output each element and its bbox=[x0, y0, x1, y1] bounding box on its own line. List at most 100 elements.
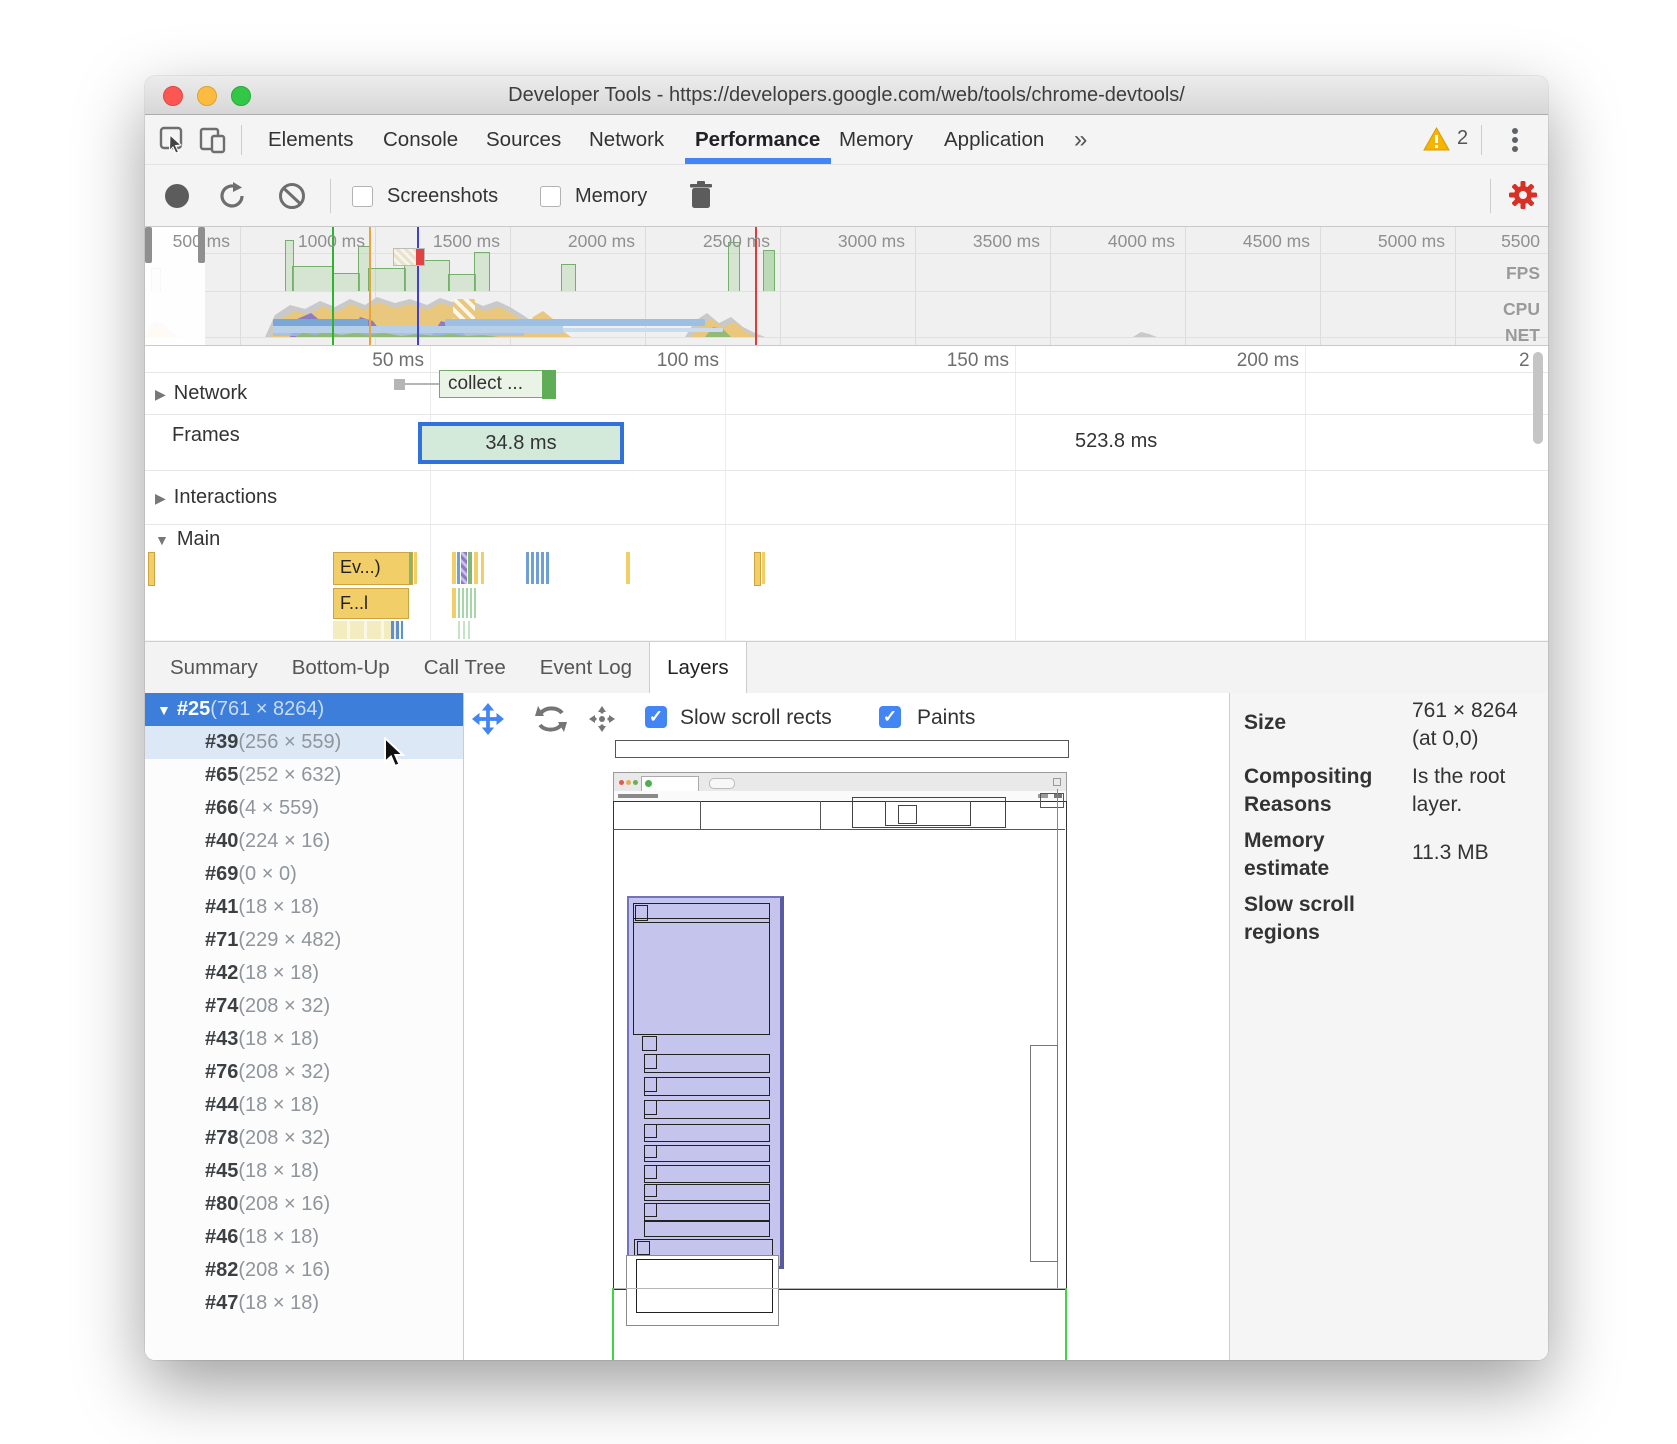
flame-task[interactable] bbox=[541, 552, 544, 584]
flame-task[interactable] bbox=[414, 552, 417, 584]
flame-event-bar[interactable]: Ev...) bbox=[333, 552, 413, 585]
flame-task[interactable] bbox=[457, 552, 460, 584]
flame-task[interactable] bbox=[470, 588, 472, 618]
layer-tree-row[interactable]: #39(256 × 559) bbox=[145, 726, 463, 759]
flame-task[interactable] bbox=[396, 621, 399, 639]
flame-task[interactable] bbox=[762, 552, 765, 584]
more-tabs-chevron-icon[interactable]: » bbox=[1072, 115, 1089, 164]
layer-tree-row[interactable]: #65(252 × 632) bbox=[145, 759, 463, 792]
clear-icon[interactable] bbox=[277, 181, 307, 211]
screenshots-checkbox[interactable] bbox=[352, 186, 373, 207]
panel-tab-bottomup[interactable]: Bottom-Up bbox=[275, 642, 407, 693]
panel-tab-summary[interactable]: Summary bbox=[153, 642, 275, 693]
tab-console[interactable]: Console bbox=[381, 115, 460, 164]
flame-task[interactable] bbox=[462, 588, 464, 618]
device-toolbar-icon[interactable] bbox=[199, 126, 227, 154]
flame-task[interactable] bbox=[391, 621, 394, 639]
layer-tree-row[interactable]: #69(0 × 0) bbox=[145, 858, 463, 891]
flame-task[interactable] bbox=[474, 552, 478, 584]
rotate-mode-icon[interactable] bbox=[534, 703, 568, 735]
flame-task[interactable] bbox=[452, 552, 456, 584]
flame-task[interactable] bbox=[536, 552, 539, 584]
mouse-cursor bbox=[383, 737, 407, 771]
layer-tree-row[interactable]: #40(224 × 16) bbox=[145, 825, 463, 858]
flame-function-bar[interactable]: F...l bbox=[333, 588, 409, 619]
selected-frame[interactable]: 34.8 ms bbox=[418, 422, 624, 464]
layer-tree-row[interactable]: #80(208 × 16) bbox=[145, 1188, 463, 1221]
flame-task[interactable] bbox=[468, 552, 472, 584]
warning-icon[interactable] bbox=[1423, 127, 1450, 152]
layers-canvas[interactable]: ✓ Slow scroll rects ✓ Paints bbox=[464, 693, 1228, 1360]
inspect-element-icon[interactable] bbox=[159, 126, 187, 154]
paints-checkbox[interactable]: ✓ bbox=[879, 706, 901, 728]
flame-task[interactable] bbox=[526, 552, 529, 584]
slow-scroll-rects-checkbox[interactable]: ✓ bbox=[645, 706, 667, 728]
flame-task[interactable] bbox=[458, 621, 460, 639]
kebab-menu-icon[interactable] bbox=[1511, 126, 1519, 154]
tab-performance[interactable]: Performance bbox=[693, 115, 822, 164]
pan-mode-icon[interactable] bbox=[472, 703, 504, 735]
mini-tab-stub bbox=[709, 778, 735, 789]
interactions-lane[interactable]: ▶Interactions bbox=[155, 486, 277, 509]
disclosure-right-icon[interactable]: ▶ bbox=[155, 490, 166, 506]
main-lane[interactable]: ▼Main bbox=[155, 528, 220, 551]
flame-task[interactable] bbox=[531, 552, 534, 584]
tab-application[interactable]: Application bbox=[942, 115, 1046, 164]
disclosure-down-icon[interactable]: ▼ bbox=[145, 702, 171, 718]
timeline-overview[interactable]: 500 ms 1000 ms 1500 ms 2000 ms 2500 ms 3… bbox=[145, 227, 1548, 346]
layer-tree-row[interactable]: #46(18 × 18) bbox=[145, 1221, 463, 1254]
flame-task[interactable] bbox=[754, 552, 761, 586]
layer-tree-row[interactable]: #66(4 × 559) bbox=[145, 792, 463, 825]
flame-task[interactable] bbox=[461, 552, 467, 584]
screenshot-thumbnail[interactable] bbox=[393, 248, 425, 266]
flame-task[interactable] bbox=[409, 552, 412, 584]
layer-tree-row[interactable]: #45(18 × 18) bbox=[145, 1155, 463, 1188]
layer-tree-row[interactable]: #74(208 × 32) bbox=[145, 990, 463, 1023]
layer-tree-row[interactable]: #82(208 × 16) bbox=[145, 1254, 463, 1287]
memory-checkbox[interactable] bbox=[540, 186, 561, 207]
flame-task[interactable] bbox=[463, 621, 465, 639]
tab-elements[interactable]: Elements bbox=[266, 115, 355, 164]
disclosure-down-icon[interactable]: ▼ bbox=[155, 532, 169, 548]
tab-memory[interactable]: Memory bbox=[837, 115, 915, 164]
network-request-bar[interactable]: collect ... bbox=[439, 370, 549, 398]
layer-tree-row[interactable]: #71(229 × 482) bbox=[145, 924, 463, 957]
settings-gear-icon[interactable] bbox=[1508, 180, 1538, 210]
flame-task[interactable] bbox=[546, 552, 549, 584]
network-lane[interactable]: ▶Network bbox=[155, 382, 247, 405]
reset-view-icon[interactable] bbox=[586, 703, 618, 735]
selection-left-handle[interactable] bbox=[145, 227, 152, 263]
flame-task[interactable] bbox=[148, 552, 155, 586]
tab-network[interactable]: Network bbox=[587, 115, 666, 164]
panel-tab-layers[interactable]: Layers bbox=[649, 642, 747, 693]
flame-task[interactable] bbox=[481, 552, 484, 584]
disclosure-right-icon[interactable]: ▶ bbox=[155, 386, 166, 402]
tabbar-divider-right bbox=[1481, 125, 1482, 155]
flame-task[interactable] bbox=[468, 621, 470, 639]
layer-tree-row[interactable]: ▼#25(761 × 8264) bbox=[145, 693, 463, 726]
layer-tree-row[interactable]: #44(18 × 18) bbox=[145, 1089, 463, 1122]
flame-task[interactable] bbox=[626, 552, 630, 584]
layer-tree-row[interactable]: #78(208 × 32) bbox=[145, 1122, 463, 1155]
flame-task[interactable] bbox=[458, 588, 460, 618]
next-frame-time[interactable]: 523.8 ms bbox=[1075, 430, 1157, 453]
trash-icon[interactable] bbox=[688, 180, 714, 210]
layer-tree-row[interactable]: #43(18 × 18) bbox=[145, 1023, 463, 1056]
layer-tree-row[interactable]: #47(18 × 18) bbox=[145, 1287, 463, 1320]
flame-task[interactable] bbox=[401, 621, 403, 639]
tab-sources[interactable]: Sources bbox=[484, 115, 563, 164]
warning-count[interactable]: 2 bbox=[1457, 127, 1468, 150]
record-icon[interactable] bbox=[163, 182, 191, 210]
layer-tree-row[interactable]: #41(18 × 18) bbox=[145, 891, 463, 924]
panel-tab-eventlog[interactable]: Event Log bbox=[523, 642, 649, 693]
flame-task[interactable] bbox=[452, 588, 456, 618]
flame-chart[interactable]: 50 ms 100 ms 150 ms 200 ms 2 ▶Network co… bbox=[145, 346, 1548, 640]
flame-task[interactable] bbox=[466, 588, 468, 618]
flame-scrollbar[interactable] bbox=[1533, 352, 1543, 444]
panel-tab-calltree[interactable]: Call Tree bbox=[407, 642, 523, 693]
layer-tree-row[interactable]: #42(18 × 18) bbox=[145, 957, 463, 990]
flame-task[interactable] bbox=[474, 588, 476, 618]
frames-lane[interactable]: Frames bbox=[172, 424, 240, 447]
reload-icon[interactable] bbox=[217, 181, 247, 211]
layer-tree-row[interactable]: #76(208 × 32) bbox=[145, 1056, 463, 1089]
